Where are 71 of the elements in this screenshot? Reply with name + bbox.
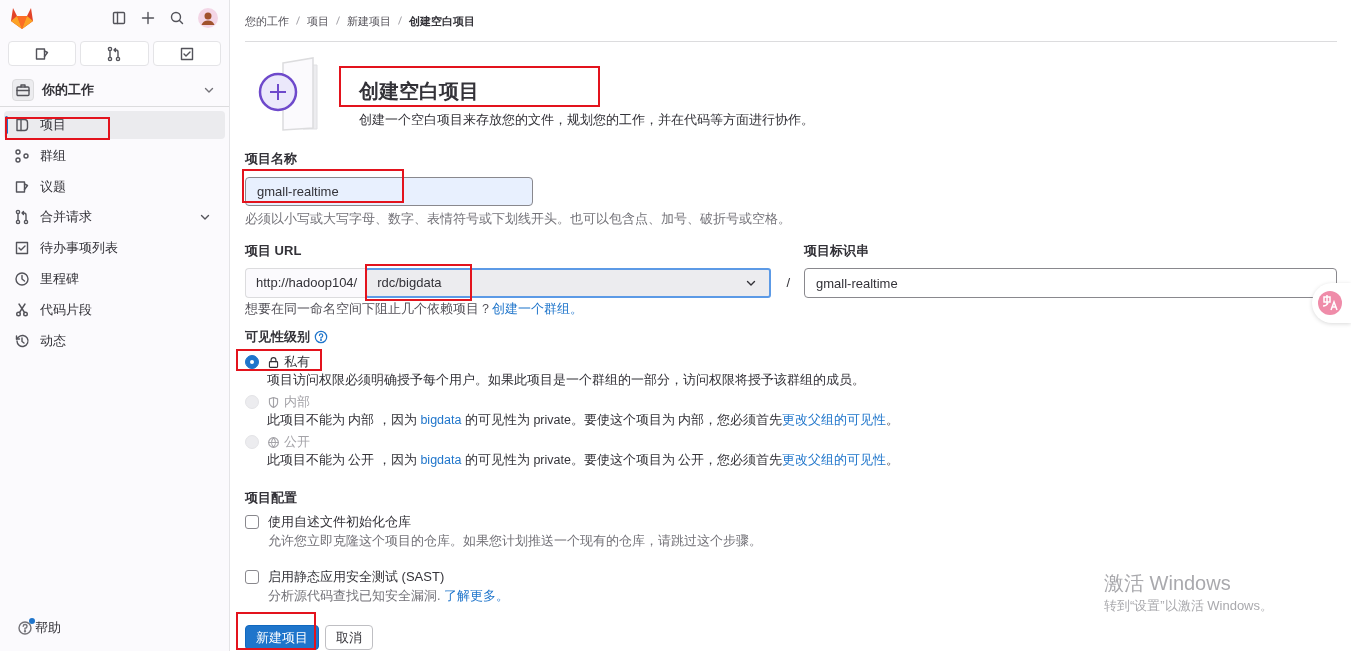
field-label: 可见性级别 xyxy=(245,329,310,345)
nav-item[interactable]: 议题 xyxy=(4,172,225,201)
scissors-icon xyxy=(14,301,30,318)
checkbox[interactable] xyxy=(245,515,259,529)
breadcrumb-separator-icon xyxy=(336,16,340,25)
option-description: 此项目不能为 公开 ，因为 bigdata 的可见性为 private。要使这个项目为 公开，您必须首先更改父组的可见性。 xyxy=(267,452,900,468)
url-prefix: http://hadoop104/ xyxy=(245,268,366,298)
field-label: 项目名称 xyxy=(245,151,298,167)
checkbox[interactable] xyxy=(245,570,259,584)
breadcrumb-link[interactable]: 新建项目 xyxy=(347,12,391,29)
help-icon[interactable] xyxy=(17,620,33,636)
translate-button[interactable] xyxy=(1312,283,1351,323)
nav-item[interactable]: 代码片段 xyxy=(4,295,225,324)
breadcrumb-separator-icon xyxy=(296,16,300,25)
translate-icon xyxy=(1318,291,1342,315)
nav-item[interactable]: 动态 xyxy=(4,326,225,355)
link[interactable]: 了解更多。 xyxy=(443,589,509,603)
checkbox-icon xyxy=(178,45,195,62)
checkbox-label[interactable]: 启用静态应用安全测试 (SAST) xyxy=(268,569,445,585)
radio-button[interactable] xyxy=(245,355,259,369)
nav-item[interactable]: 合并请求 xyxy=(4,203,225,232)
checkbox-icon xyxy=(14,240,30,257)
breadcrumb-link[interactable]: 创建空白项目 xyxy=(409,12,475,29)
checkbox-label[interactable]: 使用自述文件初始化仓库 xyxy=(268,514,411,530)
page-description: 创建一个空白项目来存放您的文件，规划您的工作，并在代码等方面进行协作。 xyxy=(359,112,814,128)
sidebar-toggle-icon[interactable] xyxy=(111,10,127,26)
merge-requests-shortcut-button[interactable] xyxy=(80,41,149,66)
todo-shortcut-button[interactable] xyxy=(152,41,221,66)
issues-shortcut-button[interactable] xyxy=(8,41,77,66)
group-icon xyxy=(14,147,30,164)
help-icon[interactable] xyxy=(314,330,328,344)
help-link[interactable]: 帮助 xyxy=(35,620,61,636)
merge-request-icon xyxy=(106,45,123,62)
shield-icon xyxy=(267,395,280,409)
option-description: 项目访问权限必须明确授予每个用户。如果此项目是一个群组的一部分，访问权限将授予该群组的成员。 xyxy=(267,372,865,388)
cancel-button[interactable]: 取消 xyxy=(325,625,373,650)
book-icon xyxy=(14,117,30,133)
create-project-button[interactable]: 新建项目 xyxy=(245,625,319,650)
plus-icon[interactable] xyxy=(140,10,156,26)
history-icon xyxy=(14,332,30,349)
path-separator: / xyxy=(785,275,791,291)
merge-request-icon xyxy=(14,209,30,226)
search-icon[interactable] xyxy=(169,10,185,26)
page-title: 创建空白项目 xyxy=(359,79,480,103)
avatar[interactable] xyxy=(198,8,218,28)
section-label: 项目配置 xyxy=(245,490,298,506)
project-name-field[interactable]: gmall-realtime xyxy=(245,177,533,206)
clock-icon xyxy=(14,271,30,287)
issue-icon xyxy=(14,178,30,195)
activation-title: 激活 Windows xyxy=(1104,571,1232,595)
breadcrumb-separator-icon xyxy=(398,16,402,25)
lock-icon xyxy=(267,355,280,369)
option-label[interactable]: 私有 xyxy=(284,354,310,370)
breadcrumb-link[interactable]: 项目 xyxy=(307,12,329,29)
option-description: 分析源代码查找已知安全漏洞. 了解更多。 xyxy=(268,588,509,604)
context-title[interactable]: 你的工作 xyxy=(42,82,193,98)
option-description: 此项目不能为 内部 ，因为 bigdata 的可见性为 private。要使这个项目为 内部，您必须首先更改父组的可见性。 xyxy=(267,412,900,428)
nav-item[interactable]: 里程碑 xyxy=(4,265,225,293)
issue-icon xyxy=(34,45,51,62)
nav-item[interactable]: 群组 xyxy=(4,141,225,170)
field-label: 项目 URL xyxy=(245,243,302,259)
breadcrumb-link[interactable]: 您的工作 xyxy=(245,12,289,29)
activation-hint: 转到“设置”以激活 Windows。 xyxy=(1104,598,1273,614)
help-text: 必须以小写或大写字母、数字、表情符号或下划线开头。也可以包含点、加号、破折号或空格。 xyxy=(245,211,792,227)
nav-item[interactable]: 待办事项列表 xyxy=(4,234,225,263)
fox-logo-icon[interactable] xyxy=(10,6,34,30)
link[interactable]: 创建一个群组。 xyxy=(492,302,583,316)
option-description: 允许您立即克隆这个项目的仓库。如果您计划推送一个现有的仓库，请跳过这个步骤。 xyxy=(268,533,762,549)
project-slug-field[interactable]: gmall-realtime xyxy=(804,268,1337,298)
globe-icon xyxy=(267,435,280,449)
field-label: 项目标识串 xyxy=(804,243,869,259)
